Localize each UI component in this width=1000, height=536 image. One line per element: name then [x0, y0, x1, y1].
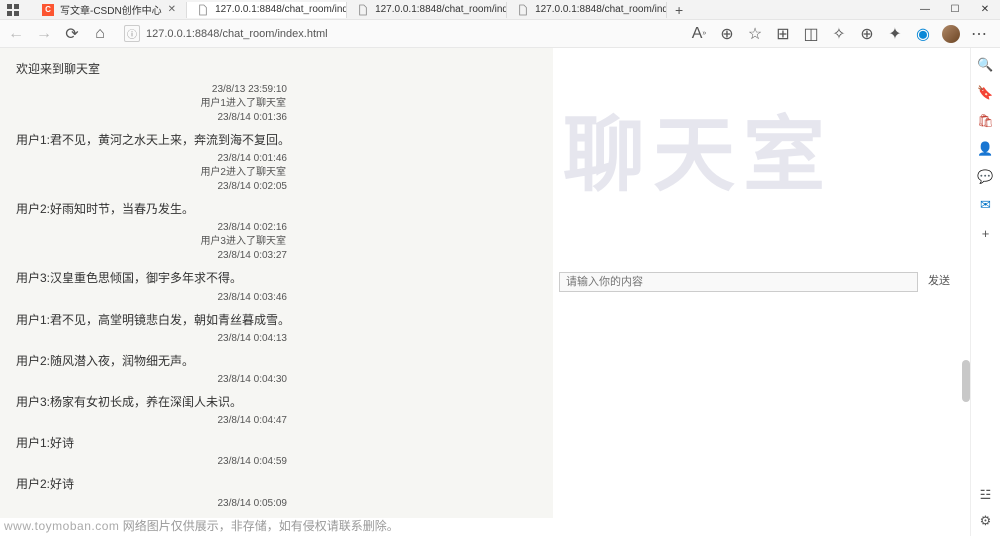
forward-button[interactable]: →: [34, 24, 54, 44]
search-icon[interactable]: 🔍: [977, 56, 995, 74]
titlebar: C 写文章-CSDN创作中心 ✕ 127.0.0.1:8848/chat_roo…: [0, 0, 1000, 20]
chat-message: 用户2:好诗: [16, 475, 537, 494]
tab-label: 127.0.0.1:8848/chat_room/index: [375, 4, 507, 15]
read-aloud-icon[interactable]: A»: [690, 25, 708, 43]
ext1-icon[interactable]: ✦: [886, 25, 904, 43]
extensions-icon[interactable]: ⊞: [774, 25, 792, 43]
room-title: 聊天室: [563, 88, 833, 207]
footer-domain: www.toymoban.com: [4, 519, 119, 533]
join-notice: 用户3进入了聊天室: [16, 235, 537, 249]
file-icon: [197, 4, 209, 16]
join-notice: 用户1进入了聊天室: [16, 97, 537, 111]
more-icon[interactable]: ⋯: [970, 25, 988, 43]
close-window-button[interactable]: ✕: [970, 0, 1000, 19]
new-tab-button[interactable]: +: [667, 2, 691, 18]
chat-icon[interactable]: 💬: [977, 168, 995, 186]
footer-text: 网络图片仅供展示，非存储，如有侵权请联系删除。: [123, 519, 399, 533]
maximize-button[interactable]: ☐: [940, 0, 970, 19]
outlook-icon[interactable]: ✉: [977, 196, 995, 214]
timestamp: 23/8/14 0:02:05: [16, 180, 537, 194]
footer-note: www.toymoban.com 网络图片仅供展示，非存储，如有侵权请联系删除。: [4, 517, 1000, 534]
chat-message: 用户1:君不见，黄河之水天上来，奔流到海不复回。: [16, 131, 537, 150]
page-content: 欢迎来到聊天室 23/8/13 23:59:10用户1进入了聊天室23/8/14…: [0, 48, 1000, 518]
toolbar-right-icons: A» ⊕ ☆ ⊞ ◫ ✧ ⊕ ✦ ◉ ⋯: [690, 25, 994, 43]
avatar[interactable]: [942, 25, 960, 43]
add-icon[interactable]: +: [977, 224, 995, 242]
tab-strip: C 写文章-CSDN创作中心 ✕ 127.0.0.1:8848/chat_roo…: [32, 2, 691, 18]
split-icon[interactable]: ◫: [802, 25, 820, 43]
toolbar: ← → ⟳ ⌂ ⓘ 127.0.0.1:8848/chat_room/index…: [0, 20, 1000, 48]
edge-sidebar: 🔍 🔖 🛍 👤 💬 ✉ + ☳ ⚙: [970, 48, 1000, 536]
timestamp: 23/8/14 0:05:09: [16, 497, 537, 511]
message-input[interactable]: [559, 272, 918, 292]
csdn-icon: C: [42, 4, 54, 16]
refresh-button[interactable]: ⟳: [62, 24, 82, 44]
site-info-icon[interactable]: ⓘ: [124, 25, 140, 42]
input-row: 发送: [559, 272, 956, 292]
window-controls: — ☐ ✕: [910, 0, 1000, 19]
timestamp: 23/8/14 0:04:59: [16, 455, 537, 469]
address-bar[interactable]: ⓘ 127.0.0.1:8848/chat_room/index.html: [118, 23, 682, 45]
tab-chatroom-2[interactable]: 127.0.0.1:8848/chat_room/index ✕: [347, 2, 507, 18]
timestamp: 23/8/14 0:04:30: [16, 373, 537, 387]
titlebar-left: C 写文章-CSDN创作中心 ✕ 127.0.0.1:8848/chat_roo…: [0, 2, 691, 18]
chat-events: 23/8/13 23:59:10用户1进入了聊天室23/8/14 0:01:36…: [16, 83, 537, 518]
tab-label: 127.0.0.1:8848/chat_room/index: [535, 4, 667, 15]
send-button[interactable]: 发送: [922, 272, 956, 292]
timestamp: 23/8/14 0:02:16: [16, 221, 537, 235]
timestamp: 23/8/14 0:01:46: [16, 152, 537, 166]
back-button[interactable]: ←: [6, 24, 26, 44]
home-button[interactable]: ⌂: [90, 24, 110, 44]
tab-label: 写文章-CSDN创作中心: [60, 2, 162, 17]
tab-chatroom-1[interactable]: 127.0.0.1:8848/chat_room/index ✕: [187, 2, 347, 18]
zoom-icon[interactable]: ⊕: [718, 25, 736, 43]
url-text: 127.0.0.1:8848/chat_room/index.html: [146, 28, 328, 40]
bag-icon[interactable]: 🛍: [977, 112, 995, 130]
chat-message: 用户3:汉皇重色思倾国，御宇多年求不得。: [16, 269, 537, 288]
timestamp: 23/8/14 0:04:47: [16, 414, 537, 428]
collections-icon[interactable]: ⊕: [858, 25, 876, 43]
scrollbar-handle[interactable]: [962, 360, 970, 402]
tab-chatroom-3[interactable]: 127.0.0.1:8848/chat_room/index ✕: [507, 2, 667, 18]
favorites-bar-icon[interactable]: ✧: [830, 25, 848, 43]
file-icon: [357, 4, 369, 16]
timestamp: 23/8/14 0:03:46: [16, 291, 537, 305]
chat-message: 用户1:君不见，高堂明镜悲白发，朝如青丝暮成雪。: [16, 311, 537, 330]
minimize-button[interactable]: —: [910, 0, 940, 19]
timestamp: 23/8/14 0:01:36: [16, 111, 537, 125]
chat-message: 用户2:随风潜入夜，润物细无声。: [16, 352, 537, 371]
file-icon: [517, 4, 529, 16]
chat-input-pane: 聊天室 发送: [553, 48, 1000, 518]
user-icon[interactable]: 👤: [977, 140, 995, 158]
favorite-icon[interactable]: ☆: [746, 25, 764, 43]
window-icon: [6, 3, 20, 17]
welcome-text: 欢迎来到聊天室: [16, 60, 537, 77]
close-icon[interactable]: ✕: [168, 4, 176, 15]
edge-icon[interactable]: ◉: [914, 25, 932, 43]
chat-log-pane: 欢迎来到聊天室 23/8/13 23:59:10用户1进入了聊天室23/8/14…: [0, 48, 553, 518]
chat-message: 用户2:好雨知时节，当春乃发生。: [16, 200, 537, 219]
chat-message: 用户1:好诗: [16, 434, 537, 453]
timestamp: 23/8/13 23:59:10: [16, 83, 537, 97]
timestamp: 23/8/14 0:04:13: [16, 332, 537, 346]
join-notice: 用户2进入了聊天室: [16, 166, 537, 180]
tag-icon[interactable]: 🔖: [977, 84, 995, 102]
tab-label: 127.0.0.1:8848/chat_room/index: [215, 4, 347, 15]
feedback-icon[interactable]: ☳: [977, 486, 995, 504]
timestamp: 23/8/14 0:03:27: [16, 249, 537, 263]
tab-csdn[interactable]: C 写文章-CSDN创作中心 ✕: [32, 2, 187, 18]
chat-message: 用户3:杨家有女初长成，养在深闺人未识。: [16, 393, 537, 412]
